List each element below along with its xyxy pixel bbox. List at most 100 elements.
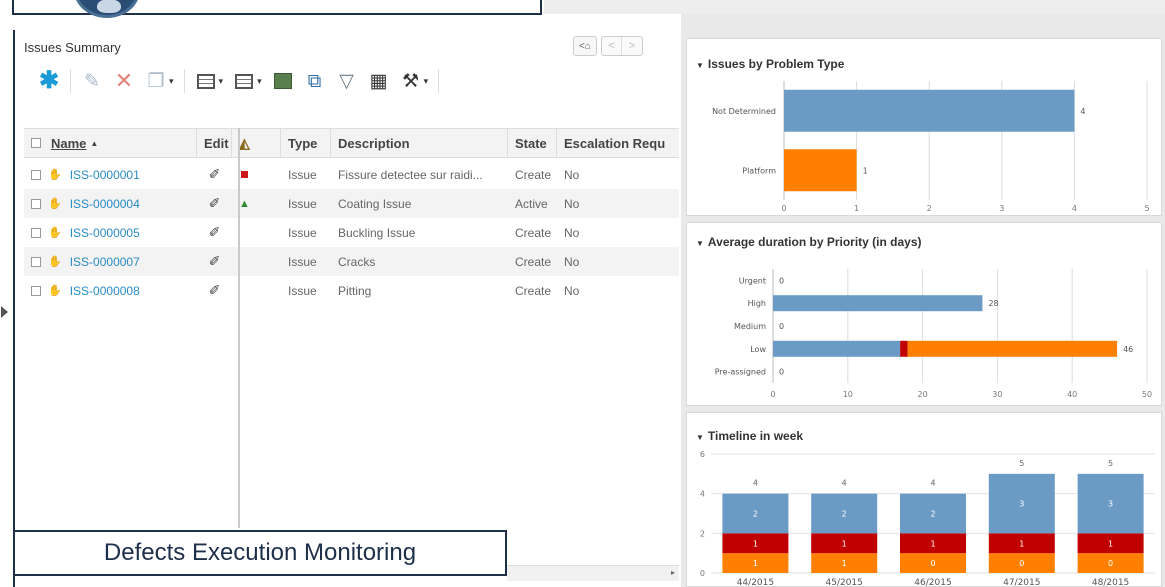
total-label: 5: [1108, 459, 1113, 468]
view-icon[interactable]: [233, 70, 255, 92]
segment-label: 3: [1019, 500, 1024, 509]
select-all-checkbox[interactable]: [31, 138, 41, 148]
new-icon[interactable]: ✱: [38, 69, 60, 93]
delete-icon[interactable]: ✕: [113, 70, 135, 92]
toolbar: ✱ ✎ ✕ ❐ ▾ ▾ ▾ ⧉ ▽ ▦ ⚒ ▾: [38, 66, 440, 96]
scroll-right-icon[interactable]: ▸: [671, 568, 675, 577]
y-category-label: Urgent: [739, 276, 766, 285]
row-checkbox[interactable]: [31, 256, 41, 267]
issue-link[interactable]: ISS-0000001: [70, 168, 140, 182]
filter-icon[interactable]: ▽: [336, 70, 358, 92]
next-button[interactable]: >: [622, 37, 642, 55]
y-tick-label: 4: [700, 490, 705, 499]
type-cell: Issue: [288, 254, 317, 269]
row-checkbox[interactable]: [31, 169, 41, 180]
footer-caption: Defects Execution Monitoring: [13, 530, 507, 576]
copy-dropdown-icon[interactable]: ▾: [169, 76, 174, 87]
name-cell: ✋ ISS-0000004: [24, 189, 197, 218]
copy-icon[interactable]: ❐: [145, 70, 167, 92]
edit-cell[interactable]: ✐: [197, 218, 232, 247]
timeline-chart: 0 2 4 6 1 1 2 4 44/2015 1 1 2 4 45/2015 0 1 2 4 46/2015 0 1 3…: [700, 450, 1155, 587]
edit-cell[interactable]: ✐: [197, 160, 232, 189]
panel-title: Issues Summary: [24, 40, 121, 55]
table-config-icon[interactable]: [195, 70, 217, 92]
segment-label: 1: [930, 539, 935, 548]
escalation-cell: No: [564, 283, 580, 298]
description-cell: Pitting: [338, 283, 372, 298]
edit-pencil-icon[interactable]: ✐: [209, 253, 221, 270]
segment-label: 2: [842, 510, 847, 519]
issue-link[interactable]: ISS-0000007: [70, 255, 140, 269]
x-tick-label: 10: [843, 390, 853, 399]
column-state[interactable]: State: [508, 128, 557, 158]
y-category-label: Not Determined: [712, 107, 776, 116]
column-type[interactable]: Type: [281, 128, 331, 158]
segment-label: 2: [930, 510, 935, 519]
row-checkbox[interactable]: [31, 285, 41, 296]
edit-cell[interactable]: ✐: [197, 276, 232, 305]
type-cell: Issue: [288, 225, 317, 240]
x-tick-label: 50: [1142, 390, 1152, 399]
home-button[interactable]: <⌂: [573, 36, 597, 56]
open-icon[interactable]: ⧉: [304, 70, 326, 92]
table-row[interactable]: ✋ ISS-0000007 ✐ Issue Cracks Create No: [24, 247, 679, 276]
segment-label: 0: [1019, 559, 1024, 568]
description-cell: Fissure detectee sur raidi...: [338, 167, 483, 182]
edit-pencil-icon[interactable]: ✐: [209, 195, 221, 212]
issue-link[interactable]: ISS-0000008: [70, 284, 140, 298]
column-name[interactable]: Name ▲: [24, 128, 197, 158]
row-checkbox[interactable]: [31, 198, 41, 209]
y-tick-label: 0: [700, 569, 705, 578]
issue-link[interactable]: ISS-0000005: [70, 226, 140, 240]
description-cell: Cracks: [338, 254, 376, 269]
bar-segment: [773, 295, 983, 312]
edit-cell[interactable]: ✐: [197, 247, 232, 276]
table-config-dropdown-icon[interactable]: ▾: [219, 76, 224, 87]
escalation-cell: No: [564, 167, 580, 182]
select-all-icon[interactable]: ▦: [368, 70, 390, 92]
expand-panel-arrow-icon[interactable]: [1, 306, 8, 318]
previous-button[interactable]: <: [602, 37, 622, 55]
x-tick-label: 4: [1072, 204, 1077, 213]
total-label: 4: [930, 479, 935, 488]
edit-pencil-icon[interactable]: ✐: [209, 166, 221, 183]
horizontal-scrollbar[interactable]: ▸: [507, 565, 679, 581]
y-category-label: High: [748, 299, 766, 308]
x-category-label: 47/2015: [1003, 578, 1040, 587]
frozen-column-divider[interactable]: [238, 128, 240, 528]
table-row[interactable]: ✋ ISS-0000008 ✐ Issue Pitting Create No: [24, 276, 679, 305]
tools-icon[interactable]: ⚒: [400, 70, 422, 92]
segment-label: 1: [753, 539, 758, 548]
type-cell: Issue: [288, 283, 317, 298]
type-cell: Issue: [288, 196, 317, 211]
edit-pencil-icon[interactable]: ✐: [209, 224, 221, 241]
segment-label: 0: [1108, 559, 1113, 568]
table-row[interactable]: ✋ ISS-0000001 ✐ Issue Fissure detectee sur r…: [24, 160, 679, 189]
x-category-label: 48/2015: [1092, 578, 1129, 587]
tools-dropdown-icon[interactable]: ▾: [424, 76, 429, 87]
export-icon[interactable]: [272, 70, 294, 92]
table-row[interactable]: ✋ ISS-0000004 ✐ ▲ Issue Coating Issue Active No: [24, 189, 679, 218]
bar: [784, 149, 857, 192]
object-type-icon: ✋: [48, 256, 62, 268]
view-dropdown-icon[interactable]: ▾: [257, 76, 262, 87]
edit-pencil-icon[interactable]: ✐: [209, 282, 221, 299]
assign-icon[interactable]: ✎: [81, 70, 103, 92]
table-row[interactable]: ✋ ISS-0000005 ✐ Issue Buckling Issue Create No: [24, 218, 679, 247]
data-label: 28: [988, 299, 998, 308]
issue-link[interactable]: ISS-0000004: [70, 197, 140, 211]
sort-ascending-icon: ▲: [90, 138, 99, 148]
column-edit[interactable]: Edit: [197, 128, 232, 158]
edit-cell[interactable]: ✐: [197, 189, 232, 218]
row-checkbox[interactable]: [31, 227, 41, 238]
segment-label: 1: [1019, 539, 1024, 548]
company-logo: [74, 0, 140, 18]
x-category-label: 45/2015: [826, 578, 863, 587]
column-description[interactable]: Description: [331, 128, 508, 158]
x-category-label: 46/2015: [914, 578, 951, 587]
column-escalation[interactable]: Escalation Requ: [557, 128, 679, 158]
chart-card-timeline: ▼ Timeline in week 0 2 4 6 1 1 2 4 44/2015 1 1 2 4 45/…: [686, 412, 1162, 587]
x-tick-label: 0: [781, 204, 786, 213]
description-cell: Coating Issue: [338, 196, 412, 211]
y-category-label: Platform: [742, 166, 776, 175]
